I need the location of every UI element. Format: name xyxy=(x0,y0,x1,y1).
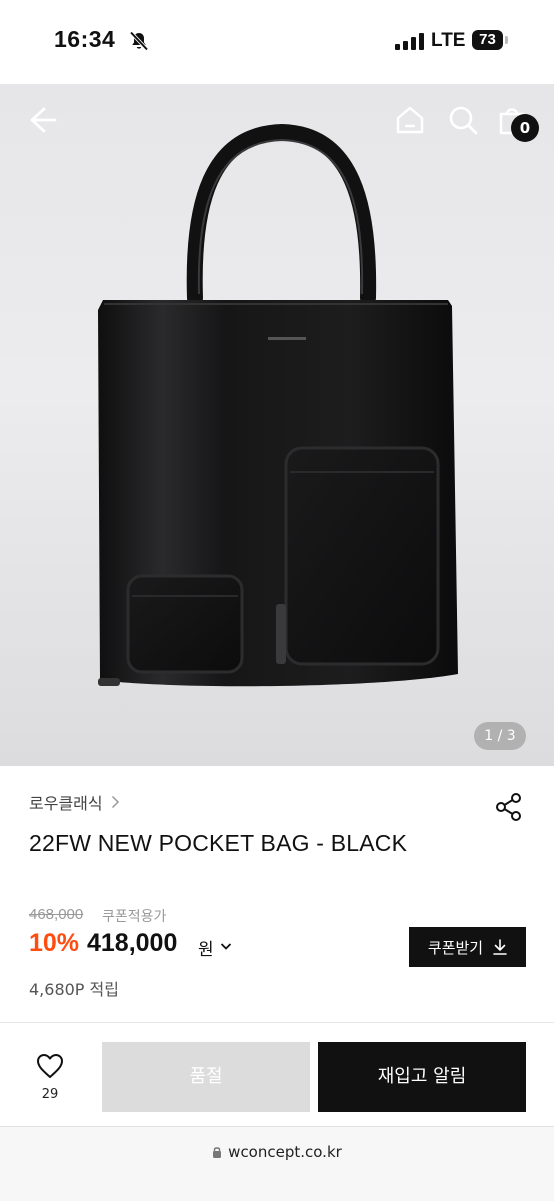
download-icon xyxy=(493,939,507,955)
product-image-gallery[interactable] xyxy=(0,84,554,766)
status-time: 16:34 xyxy=(54,26,116,52)
bell-slash-icon xyxy=(129,31,149,51)
battery-cap xyxy=(505,36,508,44)
home-icon[interactable] xyxy=(390,100,430,140)
currency-unit: 원 xyxy=(198,940,214,960)
restock-alert-button[interactable]: 재입고 알림 xyxy=(318,1042,526,1112)
discount-rate: 10% xyxy=(29,929,80,957)
coupon-button-label: 쿠폰받기 xyxy=(427,938,484,957)
heart-icon xyxy=(37,1054,63,1078)
product-photo-tote-bag xyxy=(98,123,458,687)
search-icon[interactable] xyxy=(443,100,483,140)
section-divider xyxy=(0,1022,554,1023)
share-icon[interactable] xyxy=(494,792,524,822)
like-button[interactable] xyxy=(30,1053,70,1083)
url-text: wconcept.co.kr xyxy=(228,1143,342,1161)
image-counter: 1 / 3 xyxy=(474,722,526,750)
network-label: LTE xyxy=(431,30,466,51)
chevron-right-icon xyxy=(111,795,119,809)
url-field[interactable]: wconcept.co.kr xyxy=(0,1143,554,1161)
original-price: 468,000 xyxy=(29,906,84,923)
soldout-button[interactable]: 품절 xyxy=(102,1042,310,1112)
brand-link[interactable]: 로우클래식 xyxy=(29,790,120,814)
back-arrow-icon[interactable] xyxy=(22,100,62,140)
coupon-price-note: 쿠폰적용가 xyxy=(102,909,167,925)
brand-name: 로우클래식 xyxy=(29,794,103,813)
battery-indicator: 73 xyxy=(472,30,503,50)
chevron-down-icon[interactable] xyxy=(220,942,232,951)
browser-url-bar[interactable] xyxy=(0,1126,554,1201)
sale-price: 418,000 xyxy=(87,929,178,957)
lock-icon xyxy=(213,1147,222,1158)
cart-count-badge[interactable]: 0 xyxy=(511,114,539,142)
reward-points: 4,680P 적립 xyxy=(29,980,119,999)
signal-icon xyxy=(395,33,425,50)
like-count: 29 xyxy=(41,1087,59,1102)
status-bar: 16:34 LTE 73 xyxy=(0,0,554,84)
product-title: 22FW NEW POCKET BAG - BLACK xyxy=(29,830,408,856)
coupon-download-button[interactable]: 쿠폰받기 xyxy=(409,927,526,967)
